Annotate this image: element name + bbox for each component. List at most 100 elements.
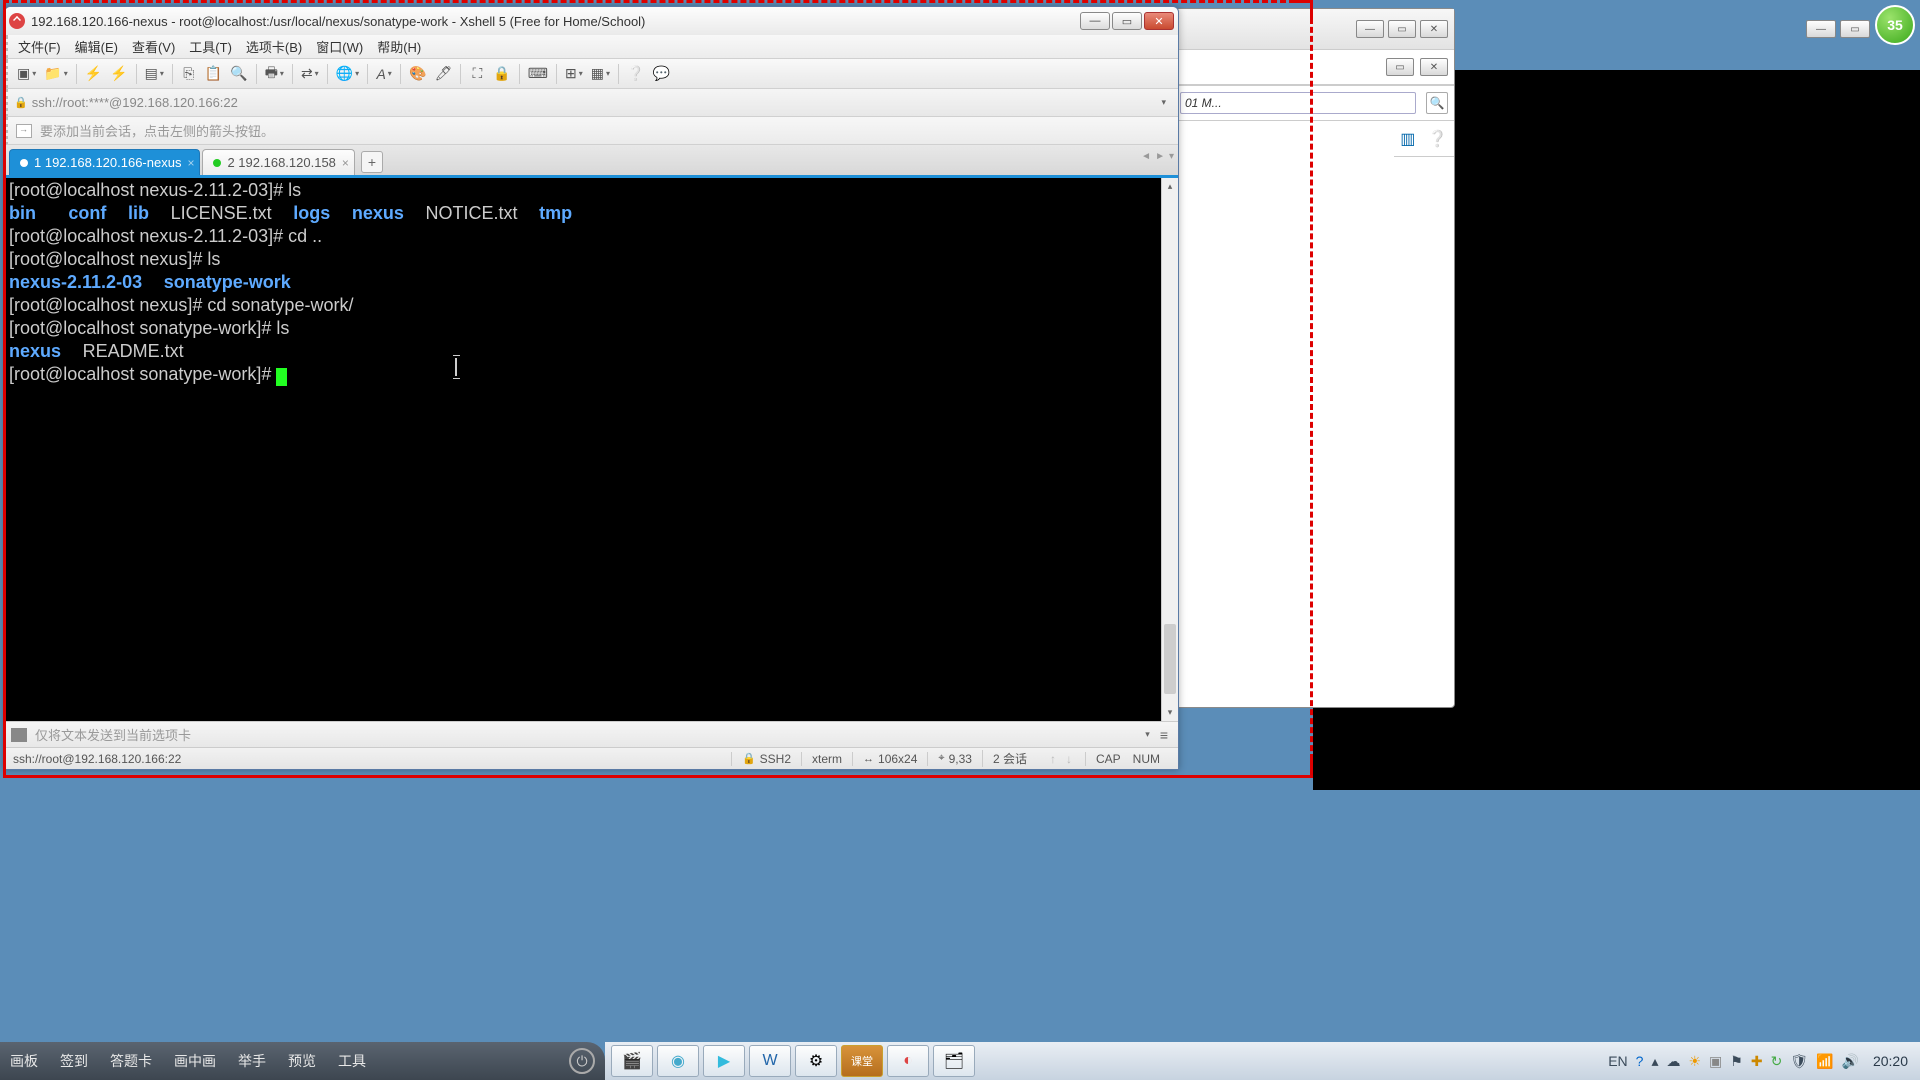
tray-clock[interactable]: 20:20 bbox=[1867, 1053, 1914, 1069]
bg-restore-button[interactable]: ▭ bbox=[1386, 58, 1414, 76]
presenter-preview[interactable]: 预览 bbox=[288, 1051, 316, 1071]
tray-network-icon[interactable]: 📶 bbox=[1816, 1053, 1833, 1070]
presenter-canvas[interactable]: 画板 bbox=[10, 1051, 38, 1071]
bookmark-icon[interactable] bbox=[16, 124, 32, 138]
bg-minimize-button[interactable]: — bbox=[1356, 20, 1384, 38]
compose-menu-icon[interactable]: ≡ bbox=[1156, 727, 1172, 743]
menu-help[interactable]: 帮助(H) bbox=[377, 37, 421, 56]
search-icon[interactable]: 🔍 bbox=[1426, 92, 1448, 114]
scroll-thumb[interactable] bbox=[1164, 624, 1176, 694]
status-protocol: SSH2 bbox=[760, 752, 791, 766]
taskbar-app-3[interactable]: ▶ bbox=[703, 1045, 745, 1077]
tray-weather-icon[interactable]: ☁ bbox=[1666, 1053, 1680, 1070]
menu-view[interactable]: 查看(V) bbox=[132, 37, 175, 56]
fullscreen-button[interactable]: ⛶ bbox=[466, 63, 488, 85]
scroll-down-icon[interactable]: ▾ bbox=[1162, 704, 1178, 721]
size-icon: ↔ bbox=[863, 753, 874, 765]
font-button[interactable]: A▾ bbox=[373, 63, 395, 85]
window-title: 192.168.120.166-nexus - root@localhost:/… bbox=[31, 14, 1080, 29]
up-arrow-icon[interactable]: ↑ bbox=[1047, 752, 1059, 766]
new-session-button[interactable]: ▣▾ bbox=[14, 63, 39, 85]
tab-prev-button[interactable]: ◄ bbox=[1141, 151, 1151, 162]
taskbar-app-2[interactable]: ◉ bbox=[657, 1045, 699, 1077]
presenter-toolbar: 画板 签到 答题卡 画中画 举手 预览 工具 ⏻ bbox=[0, 1042, 605, 1080]
properties-button[interactable]: ▤▾ bbox=[142, 63, 167, 85]
menu-tools[interactable]: 工具(T) bbox=[189, 37, 232, 56]
close-tab-icon[interactable]: × bbox=[342, 156, 349, 170]
maximize-button[interactable]: ▭ bbox=[1112, 12, 1142, 30]
reconnect-button[interactable]: ⚡ bbox=[82, 63, 105, 85]
presenter-raisehand[interactable]: 举手 bbox=[238, 1051, 266, 1071]
menu-file[interactable]: 文件(F) bbox=[18, 37, 61, 56]
taskbar-app-1[interactable]: 🎬 bbox=[611, 1045, 653, 1077]
taskbar-app-settings[interactable]: ⚙ bbox=[795, 1045, 837, 1077]
presenter-tools[interactable]: 工具 bbox=[338, 1051, 366, 1071]
chat-button[interactable]: 💬 bbox=[649, 63, 672, 85]
taskbar-app-6[interactable]: 🗂 bbox=[933, 1045, 975, 1077]
bg-close2-button[interactable]: ✕ bbox=[1420, 58, 1448, 76]
print-button[interactable]: 🖶▾ bbox=[262, 63, 287, 85]
bg-address-field[interactable]: 01 M... bbox=[1180, 92, 1416, 114]
tile-button[interactable]: ▦▾ bbox=[588, 63, 613, 85]
scroll-up-icon[interactable]: ▴ bbox=[1162, 178, 1178, 195]
menu-edit[interactable]: 编辑(E) bbox=[75, 37, 118, 56]
bg-maximize-button[interactable]: ▭ bbox=[1388, 20, 1416, 38]
address-dropdown[interactable]: ▾ bbox=[1155, 97, 1172, 108]
outer-maximize-button[interactable]: ▭ bbox=[1840, 20, 1870, 38]
compose-dropdown[interactable]: ▾ bbox=[1139, 729, 1156, 740]
terminal-output[interactable]: [root@localhost nexus-2.11.2-03]# ls bin… bbox=[5, 178, 1161, 721]
help-button[interactable]: ❔ bbox=[624, 63, 647, 85]
tray-plus-icon[interactable]: ✚ bbox=[1751, 1053, 1763, 1070]
compose-placeholder[interactable]: 仅将文本发送到当前选项卡 bbox=[35, 725, 1139, 744]
tray-help-icon[interactable]: ? bbox=[1636, 1053, 1644, 1069]
close-tab-icon[interactable]: × bbox=[187, 156, 194, 170]
tray-box-icon[interactable]: ▣ bbox=[1709, 1053, 1722, 1070]
tray-up-icon[interactable]: ▴ bbox=[1651, 1053, 1658, 1070]
tray-flag-icon[interactable]: ⚑ bbox=[1730, 1053, 1743, 1070]
tab-list-button[interactable]: ▾ bbox=[1169, 151, 1174, 162]
bg-close-button[interactable]: ✕ bbox=[1420, 20, 1448, 38]
session-tab-2[interactable]: 2 192.168.120.158 × bbox=[202, 149, 354, 175]
highlight-button[interactable]: 🖊 bbox=[432, 63, 456, 85]
paste-button[interactable]: 📋 bbox=[202, 63, 225, 85]
copy-button[interactable]: ⎘ bbox=[178, 63, 200, 85]
tray-volume-icon[interactable]: 🔊 bbox=[1842, 1053, 1859, 1070]
status-connection: ssh://root@192.168.120.166:22 bbox=[13, 752, 731, 766]
tray-shield-icon[interactable]: 🛡 bbox=[1790, 1053, 1808, 1070]
add-tab-button[interactable]: ⊞▾ bbox=[562, 63, 586, 85]
layout-icon[interactable]: ▥ bbox=[1400, 129, 1415, 149]
web-button[interactable]: 🌐▾ bbox=[333, 63, 362, 85]
menu-tabs[interactable]: 选项卡(B) bbox=[246, 37, 302, 56]
toolbar: ▣▾ 📁▾ ⚡ ⚡ ▤▾ ⎘ 📋 🔍 🖶▾ ⇄▾ 🌐▾ A▾ 🎨 🖊 ⛶ 🔒 ⌨… bbox=[5, 59, 1178, 89]
color-scheme-button[interactable]: 🎨 bbox=[406, 63, 429, 85]
title-bar[interactable]: 192.168.120.166-nexus - root@localhost:/… bbox=[5, 7, 1178, 35]
presenter-pip[interactable]: 画中画 bbox=[174, 1051, 216, 1071]
disconnect-button[interactable]: ⚡ bbox=[107, 63, 130, 85]
presenter-checkin[interactable]: 签到 bbox=[60, 1051, 88, 1071]
find-button[interactable]: 🔍 bbox=[227, 63, 250, 85]
address-text[interactable]: ssh://root:****@192.168.120.166:22 bbox=[32, 95, 1156, 110]
session-tab-1[interactable]: 1 192.168.120.166-nexus × bbox=[9, 149, 200, 175]
taskbar-app-xshell[interactable]: ◐ bbox=[887, 1045, 929, 1077]
new-tab-button[interactable]: + bbox=[361, 151, 383, 173]
tab-label: 1 192.168.120.166-nexus bbox=[34, 155, 181, 170]
menu-window[interactable]: 窗口(W) bbox=[316, 37, 363, 56]
presenter-quiz[interactable]: 答题卡 bbox=[110, 1051, 152, 1071]
help-icon[interactable]: ❔ bbox=[1428, 129, 1448, 149]
minimize-button[interactable]: — bbox=[1080, 12, 1110, 30]
tab-next-button[interactable]: ► bbox=[1155, 151, 1165, 162]
open-button[interactable]: 📁▾ bbox=[41, 63, 70, 85]
ime-indicator[interactable]: EN bbox=[1608, 1053, 1627, 1069]
taskbar-app-word[interactable]: W bbox=[749, 1045, 791, 1077]
outer-minimize-button[interactable]: — bbox=[1806, 20, 1836, 38]
tray-refresh-icon[interactable]: ↻ bbox=[1771, 1053, 1783, 1070]
close-button[interactable]: ✕ bbox=[1144, 12, 1174, 30]
power-icon[interactable]: ⏻ bbox=[569, 1048, 595, 1074]
xftp-button[interactable]: ⇄▾ bbox=[298, 63, 322, 85]
terminal-scrollbar[interactable]: ▴ ▾ bbox=[1161, 178, 1178, 721]
down-arrow-icon[interactable]: ↓ bbox=[1063, 752, 1075, 766]
tray-sun-icon[interactable]: ☀ bbox=[1688, 1053, 1701, 1070]
keyboard-button[interactable]: ⌨ bbox=[525, 63, 551, 85]
lock-button[interactable]: 🔒 bbox=[490, 63, 513, 85]
taskbar-app-active[interactable]: 课堂 bbox=[841, 1045, 883, 1077]
